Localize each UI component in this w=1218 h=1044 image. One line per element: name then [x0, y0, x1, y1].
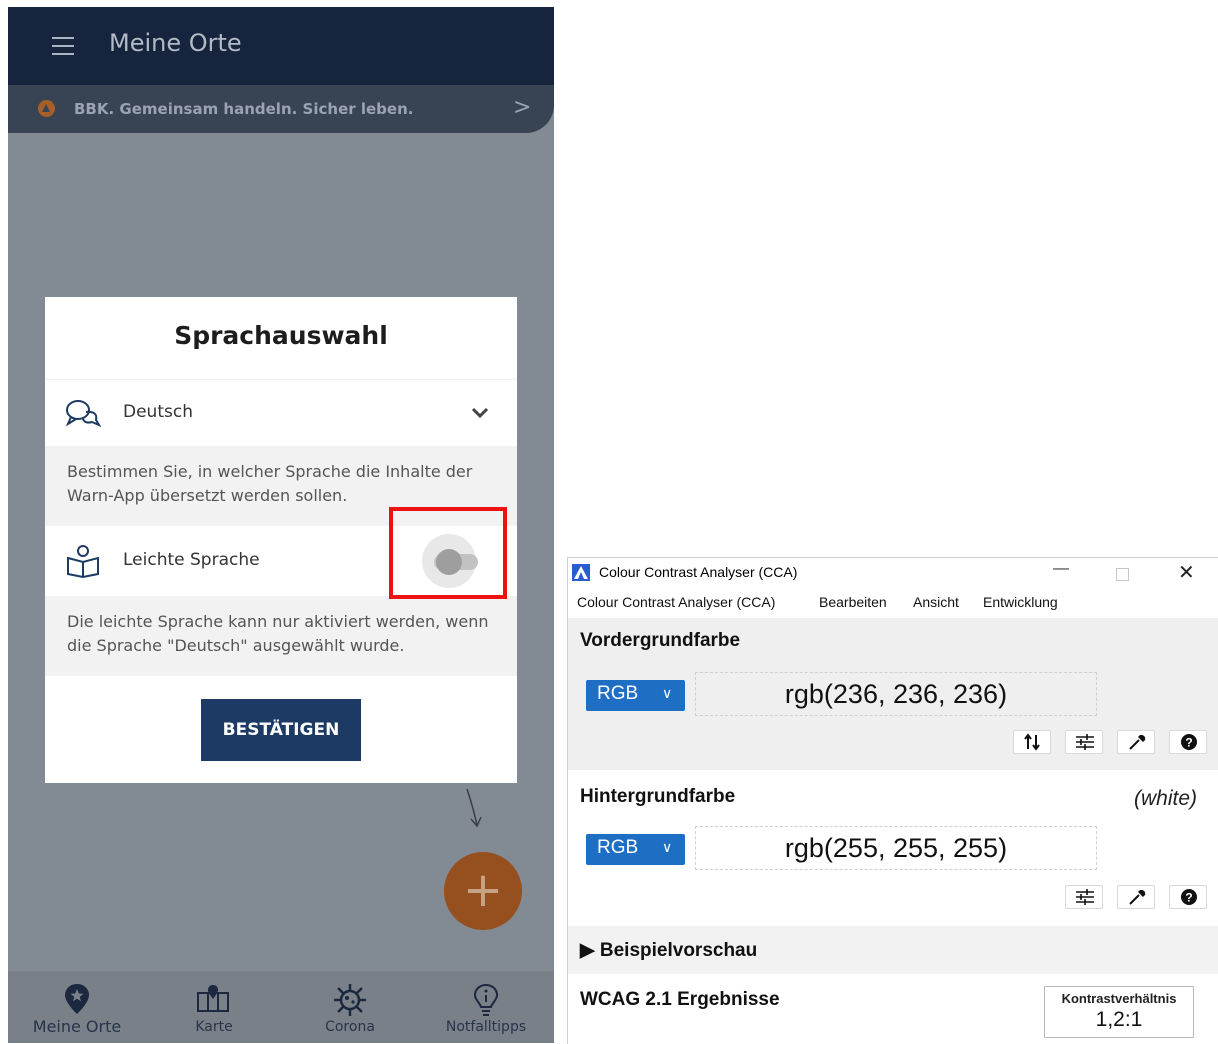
confirm-button[interactable]: BESTÄTIGEN — [201, 699, 361, 761]
window-titlebar[interactable]: Colour Contrast Analyser (CCA) — ✕ — [568, 558, 1218, 588]
toggle-highlight-box — [389, 507, 507, 599]
pin-star-icon — [64, 983, 90, 1019]
dialog-title: Sprachauswahl — [174, 321, 388, 350]
eyedropper-icon — [1129, 890, 1146, 905]
language-dropdown[interactable]: Deutsch — [45, 379, 517, 446]
map-icon — [196, 983, 232, 1017]
minimize-icon[interactable]: — — [1053, 560, 1069, 578]
help-icon: ? — [1181, 889, 1197, 905]
language-info-text: Bestimmen Sie, in welcher Sprache die In… — [67, 462, 473, 505]
chat-bubbles-icon — [65, 398, 102, 432]
easy-language-icon — [65, 544, 101, 582]
nav-label-meine-orte: Meine Orte — [32, 1017, 122, 1036]
preview-label: ▶ Beispielvorschau — [580, 940, 758, 961]
app-bar-title: Meine Orte — [109, 29, 242, 57]
contrast-ratio-box: Kontrastverhältnis 1,2:1 — [1044, 986, 1194, 1038]
nav-label-corona: Corona — [325, 1019, 375, 1035]
foreground-format-select[interactable]: RGB ∨ — [586, 680, 685, 711]
svg-text:?: ? — [1185, 891, 1192, 905]
foreground-eyedropper-button[interactable] — [1117, 730, 1155, 754]
svg-text:?: ? — [1185, 736, 1192, 750]
foreground-format-label: RGB — [597, 683, 639, 704]
contrast-ratio-label: Kontrastverhältnis — [1061, 991, 1177, 1006]
background-title: Hintergrundfarbe — [580, 786, 736, 807]
background-color-name: (white) — [1134, 787, 1198, 810]
foreground-sliders-button[interactable] — [1065, 730, 1103, 754]
background-eyedropper-button[interactable] — [1117, 885, 1155, 909]
background-format-label: RGB — [597, 837, 639, 858]
menu-entwicklung[interactable]: Entwicklung — [983, 594, 1058, 610]
menu-ansicht[interactable]: Ansicht — [913, 594, 959, 610]
foreground-section: Vordergrundfarbe RGB ∨ rgb(236, 236, 236… — [568, 618, 1218, 770]
bottom-navigation: Meine Orte Karte Corona Notfalltipps — [8, 971, 554, 1043]
help-icon: ? — [1181, 734, 1197, 750]
foreground-help-button[interactable]: ? — [1169, 730, 1207, 754]
sliders-icon — [1076, 734, 1094, 750]
close-icon[interactable]: ✕ — [1178, 560, 1195, 585]
eyedropper-icon — [1129, 735, 1146, 750]
banner-text: BBK. Gemeinsam handeln. Sicher leben. — [74, 100, 414, 118]
chevron-down-icon: ∨ — [662, 685, 673, 701]
phone-screen: Meine Orte BBK. Gemeinsam handeln. Siche… — [8, 7, 554, 1043]
menu-bearbeiten[interactable]: Bearbeiten — [819, 594, 887, 610]
background-format-select[interactable]: RGB ∨ — [586, 834, 685, 865]
bbk-banner[interactable]: BBK. Gemeinsam handeln. Sicher leben. > — [8, 85, 554, 133]
menubar: Colour Contrast Analyser (CCA) Bearbeite… — [568, 590, 1218, 616]
swap-colors-button[interactable] — [1013, 730, 1051, 754]
nav-item-meine-orte[interactable]: Meine Orte — [8, 971, 146, 1043]
wcag-results-title: WCAG 2.1 Ergebnisse — [580, 989, 780, 1010]
nav-label-notfalltipps: Notfalltipps — [445, 1019, 527, 1035]
app-bar: Meine Orte — [8, 7, 554, 85]
nav-item-corona[interactable]: Corona — [282, 971, 418, 1043]
background-sliders-button[interactable] — [1065, 885, 1103, 909]
background-color-input[interactable]: rgb(255, 255, 255) — [695, 826, 1097, 870]
chevron-down-icon — [471, 404, 489, 423]
easy-language-info-text: Die leichte Sprache kann nur aktiviert w… — [67, 612, 489, 655]
preview-expander[interactable]: ▶ Beispielvorschau — [568, 926, 1218, 974]
chevron-down-icon: ∨ — [662, 839, 673, 855]
chevron-right-icon: > — [513, 95, 532, 120]
background-section: Hintergrundfarbe (white) RGB ∨ rgb(255, … — [568, 774, 1218, 924]
cca-app-icon — [572, 564, 590, 581]
maximize-icon[interactable] — [1116, 568, 1129, 581]
bbk-logo-icon — [38, 100, 55, 117]
nav-item-karte[interactable]: Karte — [146, 971, 282, 1043]
preview-label-text: Beispielvorschau — [599, 940, 758, 961]
menu-cca[interactable]: Colour Contrast Analyser (CCA) — [577, 594, 775, 610]
foreground-color-input[interactable]: rgb(236, 236, 236) — [695, 672, 1097, 716]
lightbulb-icon — [473, 983, 499, 1021]
nav-label-karte: Karte — [195, 1019, 233, 1035]
easy-language-info: Die leichte Sprache kann nur aktiviert w… — [45, 596, 517, 676]
background-help-button[interactable]: ? — [1169, 885, 1207, 909]
swap-icon — [1024, 733, 1040, 751]
add-place-button[interactable]: + — [444, 852, 522, 930]
selected-language: Deutsch — [123, 402, 193, 422]
virus-icon — [333, 983, 367, 1021]
arrow-hint-icon — [463, 787, 493, 835]
easy-language-label: Leichte Sprache — [123, 550, 260, 570]
sliders-icon — [1076, 889, 1094, 905]
menu-icon[interactable] — [52, 37, 74, 55]
cca-window: Colour Contrast Analyser (CCA) — ✕ Colou… — [567, 557, 1218, 1044]
foreground-title: Vordergrundfarbe — [580, 630, 741, 651]
window-title: Colour Contrast Analyser (CCA) — [599, 564, 798, 580]
nav-item-notfalltipps[interactable]: Notfalltipps — [418, 971, 554, 1043]
contrast-ratio-value: 1,2:1 — [1095, 1008, 1143, 1031]
plus-icon: + — [462, 862, 504, 918]
